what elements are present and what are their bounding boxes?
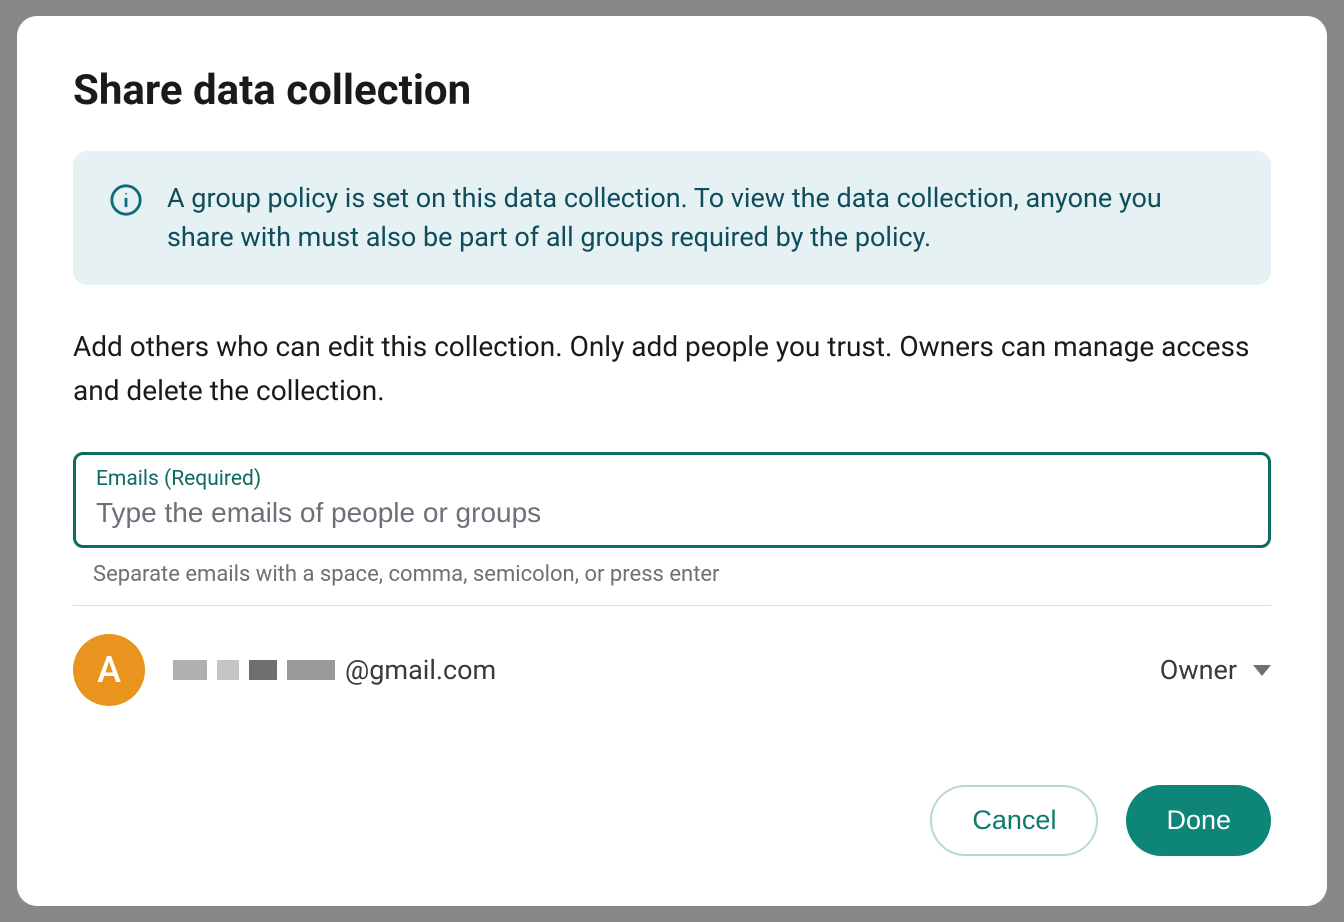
email-helper-text: Separate emails with a space, comma, sem… bbox=[93, 562, 1271, 587]
role-label: Owner bbox=[1160, 654, 1237, 686]
user-email: @gmail.com bbox=[173, 654, 496, 686]
dialog-footer: Cancel Done bbox=[73, 785, 1271, 856]
info-icon bbox=[109, 183, 143, 217]
share-dialog: Share data collection A group policy is … bbox=[17, 16, 1327, 906]
user-email-suffix: @gmail.com bbox=[345, 654, 496, 686]
redacted-email-prefix bbox=[173, 660, 335, 680]
email-input-wrapper[interactable]: Emails (Required) bbox=[73, 452, 1271, 548]
cancel-button[interactable]: Cancel bbox=[930, 785, 1098, 856]
info-banner: A group policy is set on this data colle… bbox=[73, 151, 1271, 285]
chevron-down-icon bbox=[1253, 665, 1271, 676]
dialog-title: Share data collection bbox=[73, 66, 1271, 115]
role-select[interactable]: Owner bbox=[1160, 654, 1271, 686]
user-row: A @gmail.com Owner bbox=[73, 634, 1271, 706]
avatar: A bbox=[73, 634, 145, 706]
info-banner-text: A group policy is set on this data colle… bbox=[167, 179, 1235, 257]
divider bbox=[73, 605, 1271, 606]
email-input-label: Emails (Required) bbox=[96, 467, 1248, 491]
dialog-description: Add others who can edit this collection.… bbox=[73, 325, 1271, 412]
email-input[interactable] bbox=[96, 497, 1248, 529]
done-button[interactable]: Done bbox=[1126, 785, 1271, 856]
